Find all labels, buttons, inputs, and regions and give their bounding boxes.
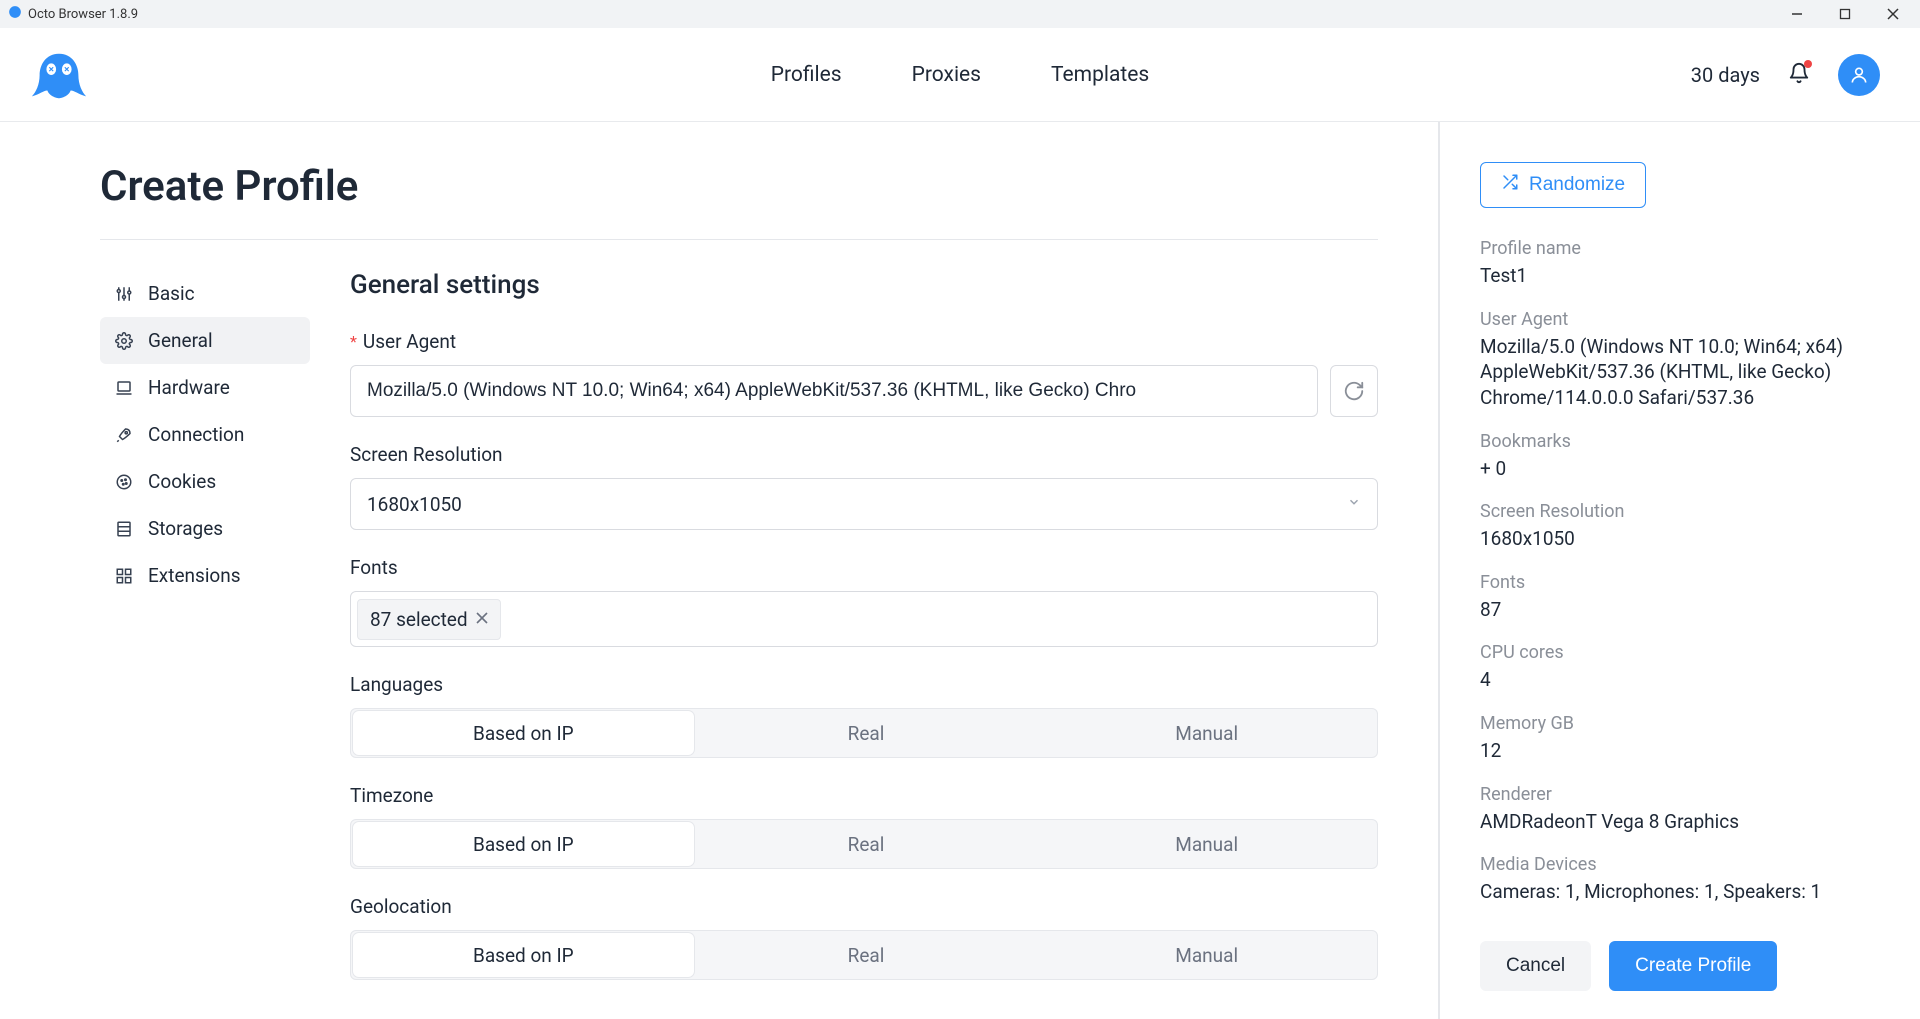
summary-fonts-value: 87 [1480, 597, 1870, 623]
summary-cpu-label: CPU cores [1480, 642, 1870, 663]
summary-screen-res-label: Screen Resolution [1480, 501, 1870, 522]
fonts-label: Fonts [350, 556, 1378, 579]
summary-profile-name-label: Profile name [1480, 238, 1870, 259]
sidebar-item-label: Connection [148, 423, 244, 446]
user-agent-input[interactable] [350, 365, 1318, 417]
sidebar-item-extensions[interactable]: Extensions [100, 552, 310, 599]
page-title: Create Profile [100, 162, 1378, 211]
sidebar-item-storages[interactable]: Storages [100, 505, 310, 552]
summary-bookmarks-label: Bookmarks [1480, 431, 1870, 452]
geolocation-seg-real[interactable]: Real [696, 931, 1037, 979]
sidebar-item-label: Storages [148, 517, 223, 540]
timezone-seg-manual[interactable]: Manual [1036, 820, 1377, 868]
nav-templates[interactable]: Templates [1051, 63, 1149, 87]
notification-dot-icon [1804, 60, 1812, 68]
laptop-icon [114, 378, 134, 398]
sidebar-item-label: General [148, 329, 213, 352]
languages-segmented: Based on IP Real Manual [350, 708, 1378, 758]
sidebar-item-label: Basic [148, 282, 195, 305]
divider [100, 239, 1378, 240]
profile-summary-panel: Randomize Profile name Test1 User Agent … [1440, 122, 1920, 1019]
screen-resolution-value: 1680x1050 [367, 493, 462, 516]
sidebar-item-label: Extensions [148, 564, 241, 587]
summary-screen-res-value: 1680x1050 [1480, 526, 1870, 552]
summary-renderer-value: AMDRadeonT Vega 8 Graphics [1480, 809, 1870, 835]
shuffle-icon [1501, 173, 1519, 197]
refresh-user-agent-button[interactable] [1330, 365, 1378, 417]
maximize-button[interactable] [1822, 0, 1868, 28]
summary-media-label: Media Devices [1480, 854, 1870, 875]
summary-renderer-label: Renderer [1480, 784, 1870, 805]
randomize-button[interactable]: Randomize [1480, 162, 1646, 208]
languages-seg-manual[interactable]: Manual [1036, 709, 1377, 757]
cookie-icon [114, 472, 134, 492]
geolocation-label: Geolocation [350, 895, 1378, 918]
section-title: General settings [350, 270, 1378, 300]
database-icon [114, 519, 134, 539]
sidebar-item-hardware[interactable]: Hardware [100, 364, 310, 411]
summary-user-agent-label: User Agent [1480, 309, 1870, 330]
geolocation-seg-manual[interactable]: Manual [1036, 931, 1377, 979]
gear-icon [114, 331, 134, 351]
chevron-down-icon [1347, 495, 1361, 513]
nav-profiles[interactable]: Profiles [771, 63, 842, 87]
user-agent-label: * User Agent [350, 330, 1378, 353]
summary-memory-label: Memory GB [1480, 713, 1870, 734]
summary-memory-value: 12 [1480, 738, 1870, 764]
logo [28, 47, 90, 103]
screen-resolution-label: Screen Resolution [350, 443, 1378, 466]
sidebar-item-cookies[interactable]: Cookies [100, 458, 310, 505]
fonts-select[interactable]: 87 selected [350, 591, 1378, 647]
screen-resolution-select[interactable]: 1680x1050 [350, 478, 1378, 530]
summary-cpu-value: 4 [1480, 667, 1870, 693]
sidebar-item-label: Hardware [148, 376, 230, 399]
cancel-button[interactable]: Cancel [1480, 941, 1591, 991]
summary-profile-name-value: Test1 [1480, 263, 1870, 289]
summary-user-agent-value: Mozilla/5.0 (Windows NT 10.0; Win64; x64… [1480, 334, 1870, 411]
summary-bookmarks-value: + 0 [1480, 456, 1870, 482]
main-nav: Profiles Proxies Templates [771, 63, 1150, 87]
timezone-seg-real[interactable]: Real [696, 820, 1037, 868]
timezone-segmented: Based on IP Real Manual [350, 819, 1378, 869]
notifications-button[interactable] [1788, 62, 1810, 88]
sidebar-item-connection[interactable]: Connection [100, 411, 310, 458]
nav-proxies[interactable]: Proxies [912, 63, 981, 87]
languages-seg-based-on-ip[interactable]: Based on IP [353, 711, 694, 755]
required-star-icon: * [350, 332, 357, 351]
fonts-tag-remove[interactable] [476, 609, 488, 629]
rocket-icon [114, 425, 134, 445]
grid-icon [114, 566, 134, 586]
window-titlebar: Octo Browser 1.8.9 [0, 0, 1920, 28]
days-remaining[interactable]: 30 days [1691, 63, 1760, 87]
app-icon [8, 5, 22, 23]
fonts-selected-tag: 87 selected [357, 599, 501, 640]
sidebar-item-general[interactable]: General [100, 317, 310, 364]
summary-media-value: Cameras: 1, Microphones: 1, Speakers: 1 [1480, 879, 1870, 905]
sidebar-item-basic[interactable]: Basic [100, 270, 310, 317]
geolocation-seg-based-on-ip[interactable]: Based on IP [353, 933, 694, 977]
app-header: Profiles Proxies Templates 30 days [0, 28, 1920, 122]
languages-seg-real[interactable]: Real [696, 709, 1037, 757]
minimize-button[interactable] [1774, 0, 1820, 28]
sidebar-item-label: Cookies [148, 470, 216, 493]
languages-label: Languages [350, 673, 1378, 696]
window-title: Octo Browser 1.8.9 [28, 7, 138, 22]
user-avatar[interactable] [1838, 54, 1880, 96]
geolocation-segmented: Based on IP Real Manual [350, 930, 1378, 980]
settings-sidebar: Basic General Hardware [100, 270, 310, 1006]
close-button[interactable] [1870, 0, 1916, 28]
summary-fonts-label: Fonts [1480, 572, 1870, 593]
create-profile-button[interactable]: Create Profile [1609, 941, 1777, 991]
timezone-seg-based-on-ip[interactable]: Based on IP [353, 822, 694, 866]
sliders-icon [114, 284, 134, 304]
timezone-label: Timezone [350, 784, 1378, 807]
